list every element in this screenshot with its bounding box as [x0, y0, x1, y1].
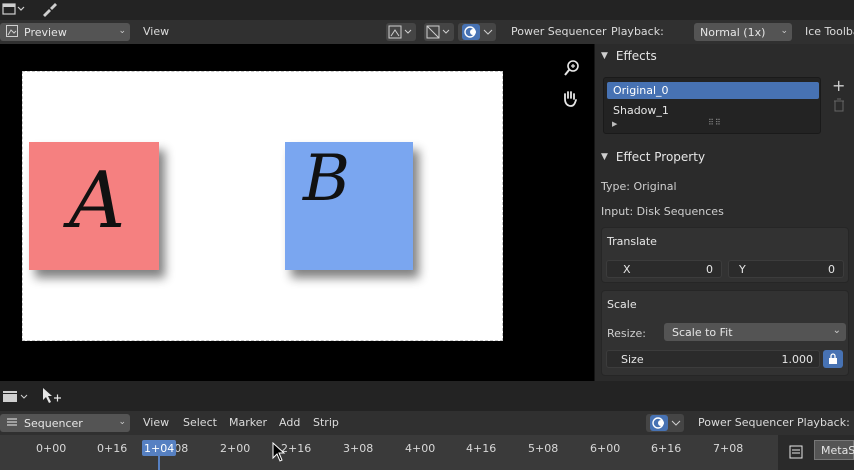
hand-pan-icon[interactable]	[561, 89, 579, 110]
list-expand-icon[interactable]: ▶	[612, 120, 617, 128]
timeline-tick: 7+08	[713, 442, 744, 455]
mouse-cursor-icon	[272, 441, 286, 465]
timeline-tick: 4+00	[405, 442, 436, 455]
size-value: 1.000	[781, 352, 814, 366]
resize-dropdown[interactable]: Scale to Fit ⌄	[664, 323, 846, 341]
playback-label: Playback:	[611, 25, 664, 38]
translate-y-label: Y	[739, 262, 746, 276]
effect-type-text: Type: Original	[601, 180, 677, 193]
expand-triangle-icon: ▼	[601, 51, 608, 61]
power-sequencer-menu[interactable]: Power Sequencer	[511, 25, 607, 38]
timeline-tick: 6+00	[590, 442, 621, 455]
effect-input-text: Input: Disk Sequences	[601, 205, 724, 218]
card-b: B	[285, 142, 413, 270]
resize-value: Scale to Fit	[672, 325, 733, 339]
translate-title: Translate	[607, 235, 657, 248]
card-b-letter: B	[303, 142, 351, 216]
size-label: Size	[621, 352, 644, 366]
scale-box: Scale Resize: Scale to Fit ⌄ Size 1.000	[601, 290, 849, 376]
timeline-tick: 2+00	[220, 442, 251, 455]
preview-editor-type-dropdown[interactable]: Preview ⌄	[0, 23, 130, 41]
seq-menu-select[interactable]: Select	[183, 416, 217, 429]
playhead-frame-label[interactable]: 1+04	[142, 440, 177, 456]
size-field[interactable]: Size 1.000	[606, 350, 820, 368]
display-mode-button[interactable]	[386, 23, 416, 41]
chevron-down-icon: ⌄	[832, 325, 841, 336]
overlay-icon	[649, 415, 668, 431]
preview-canvas: A B	[22, 71, 503, 341]
translate-y-value: 0	[828, 262, 835, 276]
timeline-tick: 3+08	[343, 442, 374, 455]
image-icon	[6, 24, 18, 40]
translate-x-field[interactable]: X 0	[606, 260, 722, 278]
clapper-icon[interactable]	[2, 389, 30, 406]
preview-editor-type-label: Preview	[24, 25, 67, 39]
remove-effect-icon[interactable]	[833, 98, 845, 115]
timeline-tick: 0+16	[97, 442, 128, 455]
seq-menu-marker[interactable]: Marker	[229, 416, 267, 429]
timeline-tick: 4+16	[466, 442, 497, 455]
effect-item-label: Shadow_1	[613, 104, 669, 117]
gizmo-overlay-button[interactable]	[458, 23, 496, 41]
chevron-down-icon: ⌄	[118, 26, 126, 36]
zoom-icon[interactable]	[563, 59, 581, 80]
select-tool-icon[interactable]	[40, 387, 62, 408]
view-menu[interactable]: View	[143, 25, 169, 38]
effect-property-section-header[interactable]: ▼ Effect Property	[601, 150, 705, 164]
effects-title: Effects	[615, 49, 657, 63]
properties-panel: ▼ Effects Original_0 Shadow_1 ▶ ⠿⠿ + ▼ E…	[594, 44, 854, 381]
sequencer-icon	[6, 416, 18, 431]
playback-speed-dropdown[interactable]: Normal (1x) ⌄	[694, 23, 792, 41]
effect-item-label: Original_0	[613, 84, 669, 97]
seq-menu-strip[interactable]: Strip	[313, 416, 339, 429]
sequencer-header: Sequencer ⌄ View Select Marker Add Strip…	[0, 411, 854, 435]
effects-list[interactable]: Original_0 Shadow_1 ▶ ⠿⠿	[603, 77, 821, 134]
overlay-icon	[461, 24, 480, 40]
seq-playback-label: Playback:	[797, 416, 850, 429]
seq-overlay-button[interactable]	[646, 414, 684, 432]
overlay-button[interactable]	[424, 23, 454, 41]
chevron-down-icon	[483, 29, 492, 35]
timeline-tick: 6+16	[651, 442, 682, 455]
meta-strip[interactable]: MetaS	[814, 440, 854, 460]
scale-title: Scale	[607, 298, 637, 311]
sequencer-toolbar	[0, 381, 854, 411]
list-item[interactable]: Original_0	[607, 82, 819, 99]
timeline-ruler[interactable]: 0+00 0+16 1+08 2+00 2+16 3+08 4+00 4+16 …	[0, 435, 854, 470]
seq-menu-add[interactable]: Add	[279, 416, 300, 429]
chevron-down-icon	[671, 420, 680, 426]
strip-type-icon	[789, 445, 803, 462]
playhead-line[interactable]	[158, 456, 160, 470]
lock-icon	[829, 353, 837, 364]
list-item[interactable]: Shadow_1	[607, 102, 819, 119]
playback-speed-value: Normal (1x)	[700, 25, 766, 39]
card-a: A	[29, 142, 159, 270]
list-resize-grip-icon[interactable]: ⠿⠿	[708, 118, 722, 127]
seq-menu-view[interactable]: View	[143, 416, 169, 429]
editor-type-icon[interactable]	[2, 2, 26, 19]
seq-power-sequencer-menu[interactable]: Power Sequencer	[698, 416, 794, 429]
sequencer-editor-type-label: Sequencer	[24, 416, 83, 430]
effect-property-title: Effect Property	[615, 150, 706, 164]
translate-x-value: 0	[706, 262, 713, 276]
ice-toolbar-menu[interactable]: Ice Toolba	[805, 25, 854, 38]
effects-section-header[interactable]: ▼ Effects	[601, 49, 657, 63]
timeline-tick: 5+08	[528, 442, 559, 455]
timeline-tick: 0+00	[36, 442, 67, 455]
brush-tool-icon[interactable]	[40, 1, 58, 20]
resize-label: Resize:	[607, 327, 646, 340]
expand-triangle-icon: ▼	[601, 152, 608, 162]
lock-aspect-button[interactable]	[823, 350, 843, 368]
chevron-down-icon: ⌄	[780, 26, 788, 36]
card-a-letter: A	[69, 156, 126, 246]
meta-strip-label: MetaS	[821, 443, 854, 457]
top-strip	[0, 0, 854, 20]
translate-box: Translate X 0 Y 0	[601, 227, 849, 283]
translate-x-label: X	[623, 262, 631, 276]
preview-header: Preview ⌄ View Power Sequencer Playback:…	[0, 20, 854, 44]
chevron-down-icon: ⌄	[118, 417, 126, 427]
sequencer-editor-type-dropdown[interactable]: Sequencer ⌄	[0, 414, 130, 432]
add-effect-icon[interactable]: +	[832, 78, 845, 94]
translate-y-field[interactable]: Y 0	[728, 260, 844, 278]
